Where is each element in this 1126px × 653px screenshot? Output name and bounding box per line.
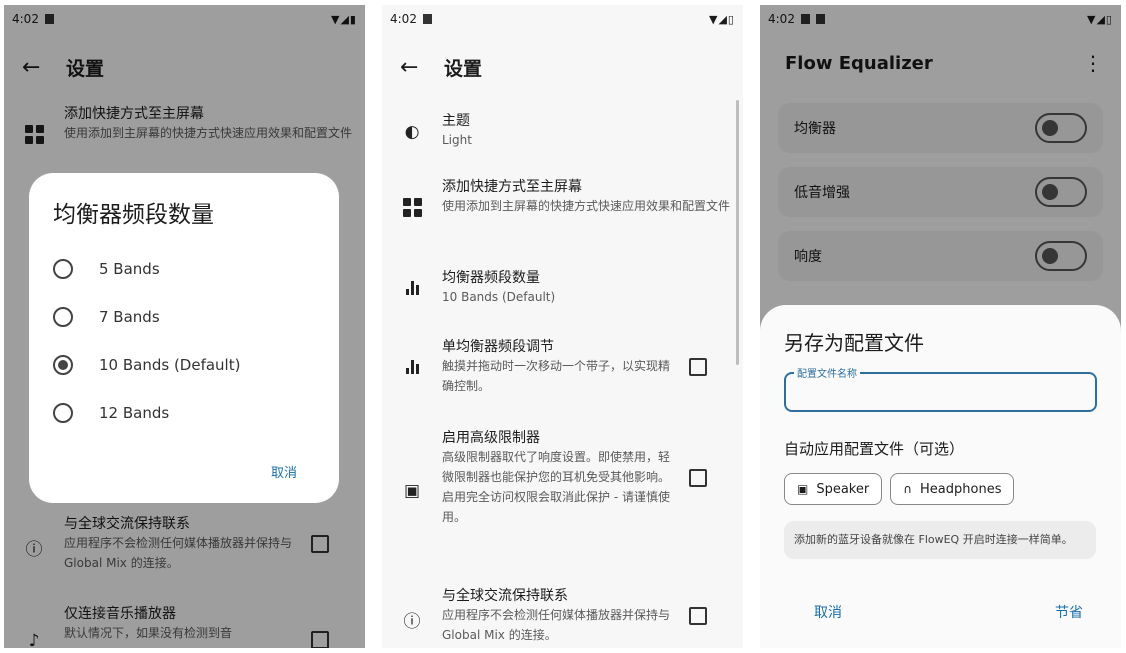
radio-button[interactable] bbox=[53, 403, 73, 423]
settings-item-subtitle: 触摸并拖动时一次移动一个带子，以实现精确控制。 bbox=[442, 359, 671, 393]
settings-item-title: 均衡器频段数量 bbox=[442, 270, 540, 286]
chip-label: Headphones bbox=[920, 481, 1002, 497]
field-label: 配置文件名称 bbox=[794, 365, 860, 380]
equalizer-icon bbox=[405, 281, 419, 295]
option-label: 5 Bands bbox=[99, 260, 160, 278]
settings-item-subtitle: 应用程序不会检测任何媒体播放器并保持与 Global Mix 的连接。 bbox=[442, 608, 671, 642]
settings-item-band-count[interactable]: 均衡器频段数量 10 Bands (Default) bbox=[382, 269, 743, 307]
band-option-10[interactable]: 10 Bands (Default) bbox=[53, 341, 315, 389]
settings-item-title: 与全球交流保持联系 bbox=[442, 588, 568, 604]
settings-item-title: 主题 bbox=[442, 113, 470, 129]
settings-item-single-band[interactable]: 单均衡器频段调节 触摸并拖动时一次移动一个带子，以实现精确控制。 bbox=[382, 338, 743, 396]
app-bar: ← 设置 bbox=[382, 45, 743, 89]
band-option-7[interactable]: 7 Bands bbox=[53, 293, 315, 341]
alert-icon: ⓘ bbox=[403, 612, 421, 632]
headphones-icon: ∩ bbox=[903, 482, 913, 496]
screen-settings-list: 4:02 ▼◢▯ ← 设置 ◐ 主题 Light 添加快捷方式至主屏幕 使用添加… bbox=[382, 5, 743, 648]
sheet-title: 另存为配置文件 bbox=[784, 331, 924, 355]
settings-item-subtitle: 高级限制器取代了响度设置。即使禁用，轻微限制器也能保护您的耳机免受其他影响。启用… bbox=[442, 450, 671, 524]
headphones-chip[interactable]: ∩ Headphones bbox=[890, 473, 1015, 505]
dialog-title: 均衡器频段数量 bbox=[53, 202, 214, 228]
status-bar: 4:02 ▼◢▯ bbox=[382, 5, 743, 33]
page-title: 设置 bbox=[444, 57, 483, 80]
profile-name-field[interactable]: 配置文件名称 bbox=[784, 365, 1097, 412]
auto-apply-label: 自动应用配置文件（可选） bbox=[784, 440, 965, 458]
notification-icon bbox=[422, 14, 432, 24]
screen-settings-dialog: 4:02 ▼◢▮ ← 设置 添加快捷方式至主屏幕 使用添加到主屏幕的快捷方式快速… bbox=[4, 5, 365, 648]
radio-button[interactable] bbox=[53, 259, 73, 279]
settings-item-limiter[interactable]: ▣ 启用高级限制器 高级限制器取代了响度设置。即使禁用，轻微限制器也能保护您的耳… bbox=[382, 429, 743, 527]
sheet-actions: 取消 节省 bbox=[760, 602, 1121, 622]
speaker-icon: ▣ bbox=[797, 482, 809, 496]
settings-item-title: 单均衡器频段调节 bbox=[442, 339, 554, 355]
settings-item-global-mix[interactable]: ⓘ 与全球交流保持联系 应用程序不会检测任何媒体播放器并保持与 Global M… bbox=[382, 587, 743, 645]
radio-button-selected[interactable] bbox=[53, 355, 73, 375]
grid-icon bbox=[402, 198, 422, 217]
chip-label: Speaker bbox=[816, 481, 870, 497]
band-option-12[interactable]: 12 Bands bbox=[53, 389, 315, 437]
contrast-icon: ◐ bbox=[404, 122, 420, 142]
bands-dialog: 均衡器频段数量 5 Bands 7 Bands 10 Bands (Defaul… bbox=[29, 173, 339, 503]
settings-item-subtitle: Light bbox=[442, 133, 472, 147]
limiter-checkbox[interactable] bbox=[689, 469, 707, 487]
option-label: 10 Bands (Default) bbox=[99, 356, 241, 374]
option-label: 12 Bands bbox=[99, 404, 170, 422]
settings-item-title: 添加快捷方式至主屏幕 bbox=[442, 179, 582, 195]
single-band-checkbox[interactable] bbox=[689, 358, 707, 376]
save-button[interactable]: 节省 bbox=[1055, 602, 1083, 622]
cancel-button[interactable]: 取消 bbox=[271, 462, 297, 481]
system-status-icons: ▼◢▯ bbox=[709, 12, 735, 26]
settings-item-shortcut[interactable]: 添加快捷方式至主屏幕 使用添加到主屏幕的快捷方式快速应用效果和配置文件 bbox=[382, 178, 743, 217]
status-time: 4:02 bbox=[390, 12, 417, 26]
cancel-button[interactable]: 取消 bbox=[814, 602, 842, 622]
settings-item-subtitle: 使用添加到主屏幕的快捷方式快速应用效果和配置文件 bbox=[442, 199, 731, 213]
global-mix-checkbox[interactable] bbox=[689, 607, 707, 625]
settings-item-theme[interactable]: ◐ 主题 Light bbox=[382, 112, 743, 150]
bluetooth-note: 添加新的蓝牙设备就像在 FlowEQ 开启时连接一样简单。 bbox=[784, 521, 1096, 559]
save-profile-sheet: 另存为配置文件 配置文件名称 自动应用配置文件（可选） ▣ Speaker ∩ … bbox=[760, 305, 1121, 648]
equalizer-icon bbox=[405, 360, 419, 374]
arrow-left-icon[interactable]: ← bbox=[400, 55, 444, 80]
screen-save-profile: 4:02 ▼◢▯ Flow Equalizer ⋮ 均衡器 低音增强 响度 另存… bbox=[760, 5, 1121, 648]
radio-button[interactable] bbox=[53, 307, 73, 327]
speaker-chip[interactable]: ▣ Speaker bbox=[784, 473, 883, 505]
device-chips: ▣ Speaker ∩ Headphones bbox=[784, 473, 1097, 505]
option-label: 7 Bands bbox=[99, 308, 160, 326]
speaker-icon: ▣ bbox=[403, 481, 421, 501]
settings-item-title: 启用高级限制器 bbox=[442, 430, 540, 446]
settings-item-subtitle: 10 Bands (Default) bbox=[442, 290, 556, 304]
band-option-5[interactable]: 5 Bands bbox=[53, 245, 315, 293]
